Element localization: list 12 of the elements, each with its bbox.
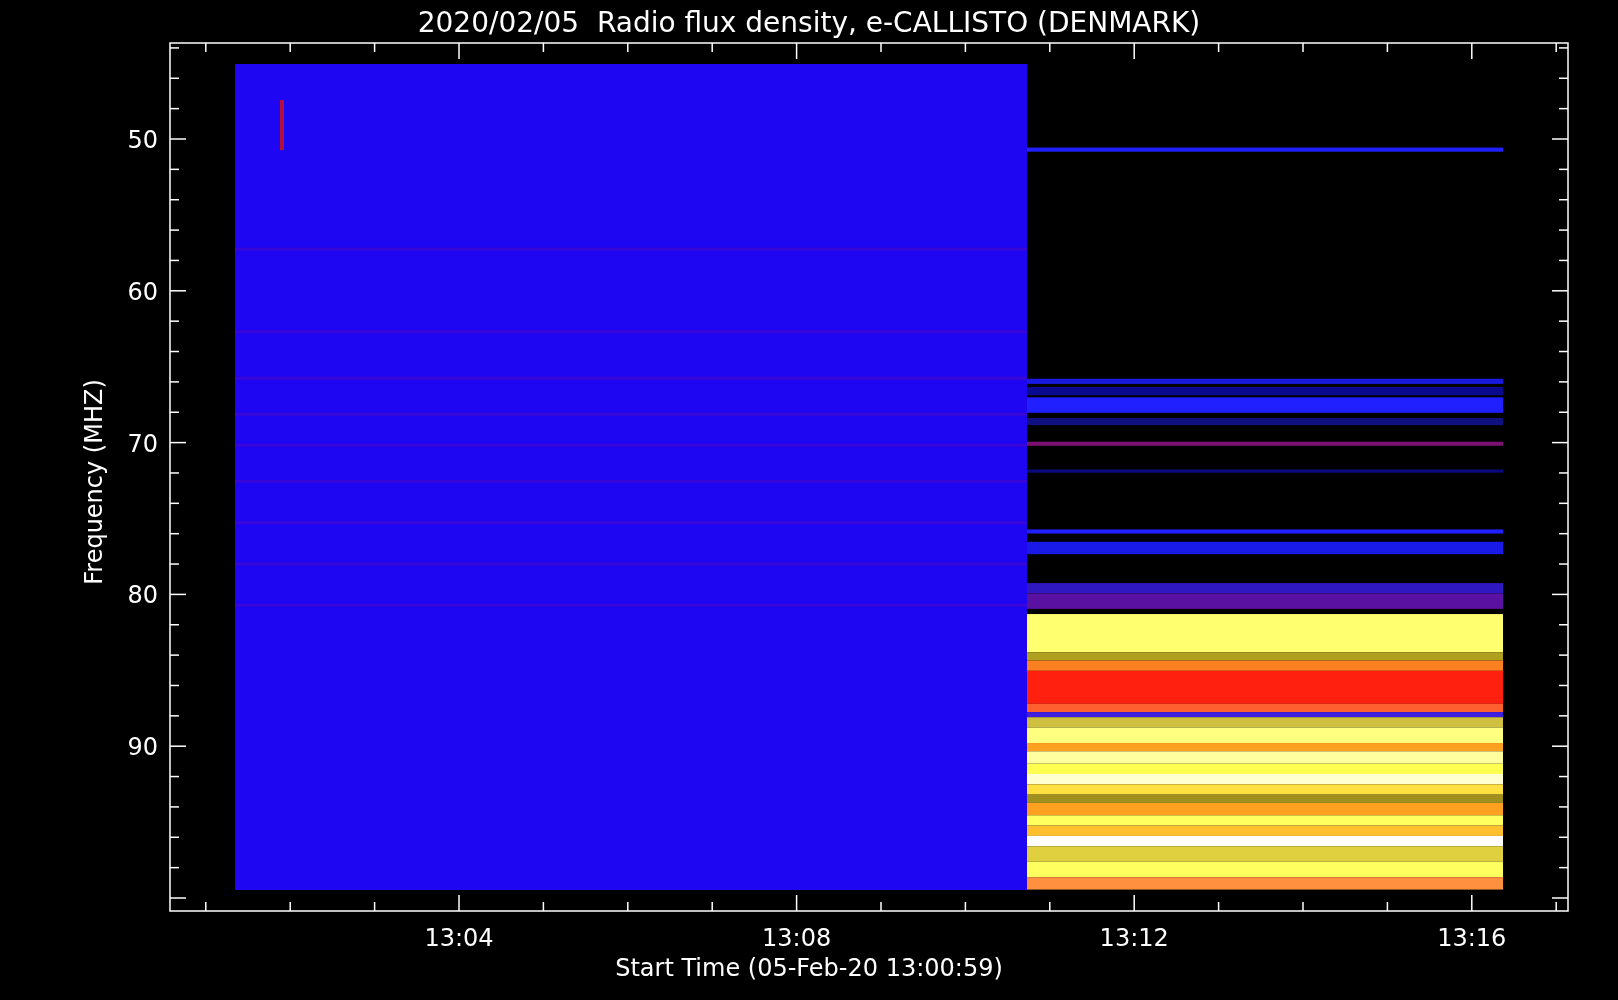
x-tick-label: 13:16 bbox=[1437, 924, 1507, 952]
x-tick-label: 13:12 bbox=[1099, 924, 1169, 952]
y-tick-label: 70 bbox=[127, 429, 158, 458]
y-tick-label: 60 bbox=[127, 277, 158, 306]
y-tick-label: 90 bbox=[127, 733, 158, 762]
y-tick-label: 80 bbox=[127, 581, 158, 610]
y-tick-label: 50 bbox=[127, 126, 158, 154]
chart-title: 2020/02/05 Radio flux density, e-CALLISTO (DENMARK) bbox=[417, 6, 1201, 39]
x-tick-label: 13:08 bbox=[762, 924, 832, 952]
x-tick-label: 13:04 bbox=[424, 924, 494, 952]
x-axis-label: Start Time (05-Feb-20 13:00:59) bbox=[615, 954, 1003, 982]
y-axis-label: Frequency (MHZ) bbox=[80, 379, 108, 585]
